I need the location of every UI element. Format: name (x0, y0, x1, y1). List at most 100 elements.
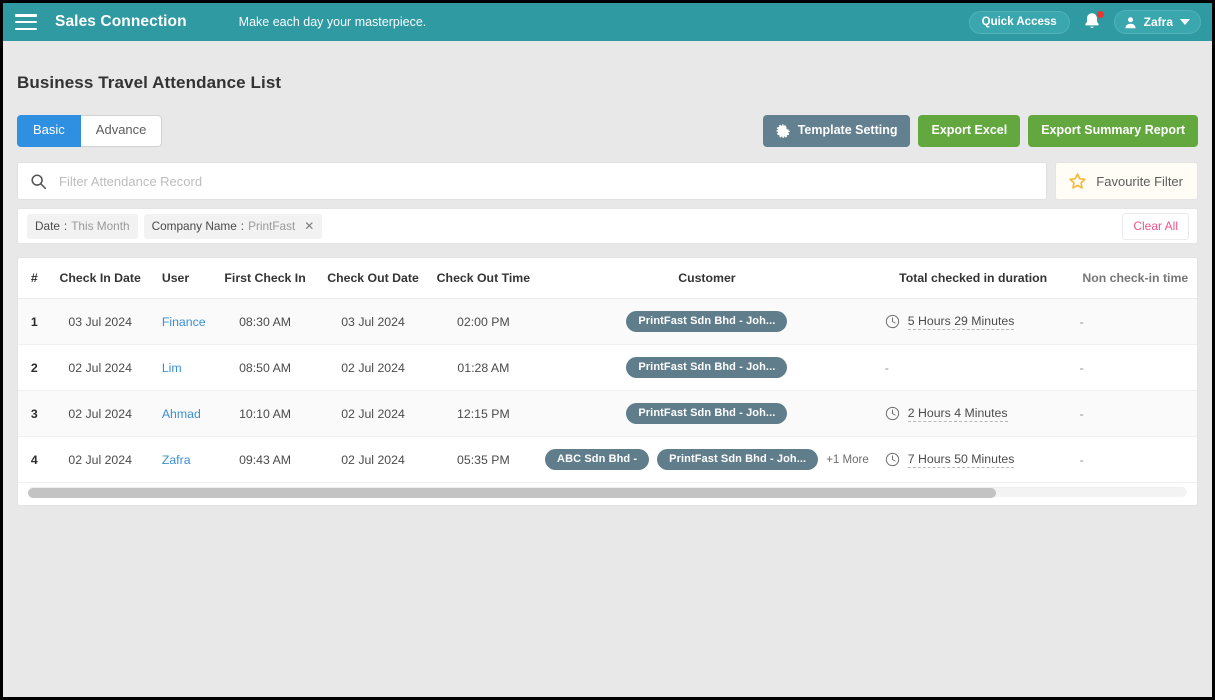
filter-chip-date-label: Date (35, 218, 60, 233)
column-header-non-check-in-time[interactable]: Non check-in time (1067, 258, 1197, 299)
search-box[interactable] (17, 162, 1048, 200)
cell-index: 1 (18, 298, 51, 345)
table-row[interactable]: 3 02 Jul 2024 Ahmad 10:10 AM 02 Jul 2024… (18, 390, 1197, 437)
app-brand-title: Sales Connection (55, 13, 187, 30)
cell-check-out-time: 12:15 PM (427, 390, 540, 437)
user-link[interactable]: Ahmad (162, 407, 201, 421)
cell-index: 4 (18, 436, 51, 483)
favourite-filter-button[interactable]: Favourite Filter (1055, 162, 1198, 200)
attendance-table: # Check In Date User First Check In Chec… (18, 258, 1197, 483)
favourite-filter-label: Favourite Filter (1096, 173, 1183, 189)
tab-advance[interactable]: Advance (80, 115, 163, 147)
user-avatar-icon (1125, 16, 1136, 28)
cell-user[interactable]: Ahmad (149, 390, 212, 437)
cell-check-in-date: 02 Jul 2024 (50, 436, 150, 483)
cell-check-in-date: 03 Jul 2024 (50, 298, 150, 345)
customer-chip[interactable]: ABC Sdn Bhd - (545, 449, 650, 470)
attendance-table-card: # Check In Date User First Check In Chec… (17, 257, 1198, 506)
search-row: Favourite Filter (17, 162, 1198, 200)
horizontal-scrollbar-thumb[interactable] (28, 488, 996, 498)
chevron-down-icon (1180, 19, 1190, 25)
column-header-user[interactable]: User (149, 258, 212, 299)
customer-chip[interactable]: PrintFast Sdn Bhd - Joh... (626, 357, 788, 378)
customer-chip[interactable]: PrintFast Sdn Bhd - Joh... (626, 403, 788, 424)
filter-chip-date[interactable]: Date : This Month (27, 213, 138, 239)
filter-chip-company-name[interactable]: Company Name : PrintFast ✕ (143, 213, 323, 239)
export-summary-report-button[interactable]: Export Summary Report (1028, 115, 1198, 147)
tab-basic[interactable]: Basic (17, 115, 81, 147)
cell-non-check-in-time: - (1067, 436, 1197, 483)
table-row[interactable]: 1 03 Jul 2024 Finance 08:30 AM 03 Jul 20… (18, 298, 1197, 345)
cell-customer: PrintFast Sdn Bhd - Joh... (539, 390, 875, 437)
clock-icon (885, 314, 899, 329)
user-menu[interactable]: Zafra (1113, 10, 1201, 34)
column-header-check-out-date[interactable]: Check Out Date (318, 258, 428, 299)
column-header-index[interactable]: # (18, 258, 51, 299)
cell-index: 2 (18, 344, 51, 391)
quick-access-button[interactable]: Quick Access (968, 10, 1070, 34)
cell-total-duration: - (874, 344, 1068, 391)
table-row[interactable]: 4 02 Jul 2024 Zafra 09:43 AM 02 Jul 2024… (18, 436, 1197, 483)
customer-chip[interactable]: PrintFast Sdn Bhd - Joh... (657, 449, 819, 470)
page-title: Business Travel Attendance List (17, 73, 282, 92)
cell-first-check-in: 08:50 AM (211, 344, 319, 391)
cell-check-out-date: 02 Jul 2024 (318, 436, 428, 483)
search-input[interactable] (59, 173, 1035, 189)
filter-chip-date-value: This Month (71, 218, 130, 233)
template-setting-button[interactable]: Template Setting (762, 115, 911, 147)
page-content: Business Travel Attendance List Basic Ad… (3, 41, 1212, 506)
cell-first-check-in: 09:43 AM (211, 436, 319, 483)
active-filters-bar: Date : This Month Company Name : PrintFa… (17, 208, 1198, 244)
cell-user[interactable]: Zafra (149, 436, 212, 483)
cell-non-check-in-time: - (1067, 344, 1197, 391)
top-navigation-bar: Sales Connection Make each day your mast… (3, 3, 1212, 41)
cell-user[interactable]: Finance (149, 298, 212, 345)
cell-customer: PrintFast Sdn Bhd - Joh... (539, 298, 875, 345)
table-head: # Check In Date User First Check In Chec… (18, 258, 1197, 299)
cell-first-check-in: 10:10 AM (211, 390, 319, 437)
cell-check-out-date: 02 Jul 2024 (318, 390, 428, 437)
column-header-check-out-time[interactable]: Check Out Time (427, 258, 540, 299)
cell-user[interactable]: Lim (149, 344, 212, 391)
duration-value[interactable]: 2 Hours 4 Minutes (907, 406, 1008, 422)
column-header-check-in-date[interactable]: Check In Date (50, 258, 150, 299)
search-icon (31, 173, 47, 189)
cell-non-check-in-time: - (1067, 390, 1197, 437)
table-body: 1 03 Jul 2024 Finance 08:30 AM 03 Jul 20… (18, 298, 1197, 483)
cell-total-duration: 5 Hours 29 Minutes (874, 298, 1068, 345)
filter-chip-company-separator: : (240, 218, 245, 233)
table-row[interactable]: 2 02 Jul 2024 Lim 08:50 AM 02 Jul 2024 0… (18, 344, 1197, 391)
cell-check-out-time: 01:28 AM (427, 344, 540, 391)
cell-check-in-date: 02 Jul 2024 (50, 344, 150, 391)
user-name-label: Zafra (1143, 15, 1173, 29)
user-link[interactable]: Lim (162, 361, 182, 375)
user-link[interactable]: Finance (162, 315, 206, 329)
cell-check-out-time: 02:00 PM (427, 298, 540, 345)
notification-badge-dot (1095, 10, 1105, 19)
column-header-total-duration[interactable]: Total checked in duration (874, 258, 1068, 299)
filter-chip-remove-icon[interactable]: ✕ (304, 220, 314, 232)
clock-icon (885, 406, 899, 421)
cell-index: 3 (18, 390, 51, 437)
cell-first-check-in: 08:30 AM (211, 298, 319, 345)
hamburger-menu-icon[interactable] (15, 14, 37, 30)
export-excel-button[interactable]: Export Excel (918, 115, 1021, 147)
toolbar-row: Basic Advance Template Setting Export Ex… (17, 115, 1198, 147)
user-link[interactable]: Zafra (162, 453, 191, 467)
duration-value[interactable]: 5 Hours 29 Minutes (907, 314, 1015, 330)
notifications-bell-icon[interactable] (1082, 10, 1105, 33)
cell-check-out-date: 03 Jul 2024 (318, 298, 428, 345)
cell-total-duration: 7 Hours 50 Minutes (874, 436, 1068, 483)
cell-customer: ABC Sdn Bhd - PrintFast Sdn Bhd - Joh...… (539, 436, 875, 483)
table-header-row: # Check In Date User First Check In Chec… (18, 258, 1197, 299)
cell-non-check-in-time: - (1067, 298, 1197, 345)
customer-chip[interactable]: PrintFast Sdn Bhd - Joh... (626, 311, 788, 332)
customer-more-count[interactable]: +1 More (826, 454, 869, 466)
duration-value[interactable]: 7 Hours 50 Minutes (907, 452, 1015, 468)
column-header-first-check-in[interactable]: First Check In (211, 258, 319, 299)
column-header-customer[interactable]: Customer (539, 258, 875, 299)
clear-all-filters-button[interactable]: Clear All (1122, 212, 1189, 240)
table-scroll-area (18, 483, 1197, 505)
filter-chip-date-separator: : (63, 218, 68, 233)
horizontal-scrollbar[interactable] (28, 487, 1187, 498)
